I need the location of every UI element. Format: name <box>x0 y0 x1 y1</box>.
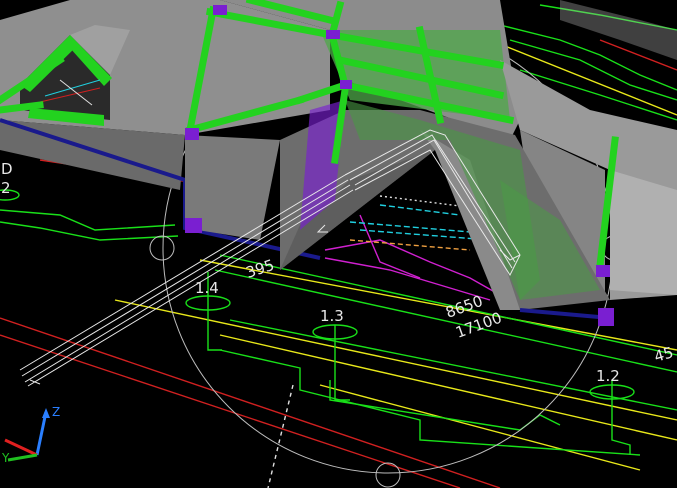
grid-bubble-label: 1.3 <box>320 307 344 325</box>
ucs-icon: Z Y <box>1 405 60 465</box>
grid-bubble-label: 1.2 <box>596 367 620 385</box>
ucs-y-label: Y <box>1 451 10 465</box>
orbit-handle-left <box>149 235 175 261</box>
connector <box>326 30 340 39</box>
connector <box>596 265 610 277</box>
cad-3d-viewport[interactable]: 395 8650 17100 45 1.4 1.3 1.2 D 2 Z Y <box>0 0 677 488</box>
orbit-handle-bottom <box>375 462 401 488</box>
connector <box>213 5 227 15</box>
dimension-text: 395 <box>244 256 277 282</box>
connector <box>185 128 199 140</box>
ucs-z-label: Z <box>52 405 60 419</box>
edge-labels: D 2 <box>1 160 13 197</box>
dimension-text: 45 <box>652 343 675 366</box>
connector <box>185 218 202 233</box>
connector <box>598 308 614 326</box>
connector <box>340 80 352 89</box>
model-canvas[interactable]: 395 8650 17100 45 1.4 1.3 1.2 D 2 Z Y <box>0 0 677 488</box>
edge-label: D <box>1 160 13 178</box>
grid-bubble-label: 1.4 <box>195 279 219 297</box>
edge-label: 2 <box>1 179 11 197</box>
